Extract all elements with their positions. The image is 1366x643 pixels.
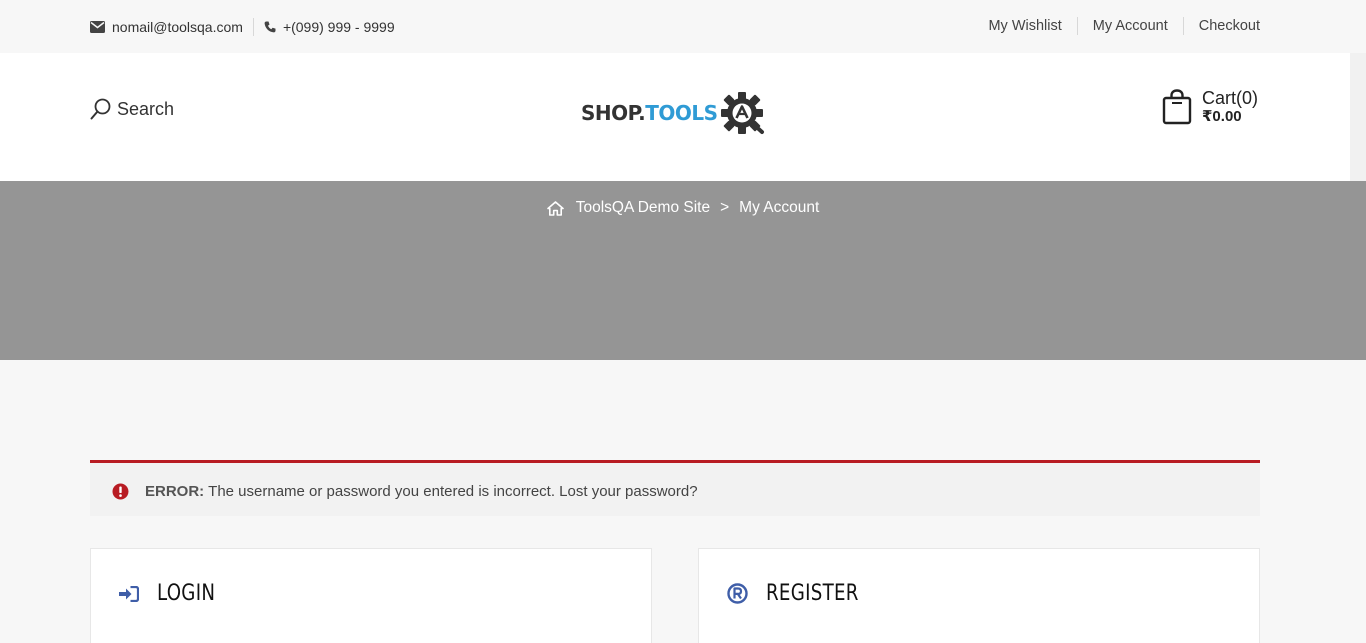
breadcrumb-home-link[interactable]: ToolsQA Demo Site — [576, 199, 710, 217]
divider — [252, 18, 254, 36]
error-message: The username or password you entered is … — [208, 483, 698, 500]
register-title: REGISTER — [766, 581, 859, 606]
sign-in-icon — [119, 585, 139, 602]
search-label: Search — [117, 98, 175, 119]
phone-icon — [264, 21, 276, 33]
search-icon — [90, 98, 111, 120]
error-label: ERROR: — [145, 483, 205, 500]
phone-text: +(099) 999 - 9999 — [282, 19, 395, 35]
account-links: My Wishlist My Account Checkout — [988, 17, 1260, 35]
logo-shop-text: SHOP. — [581, 101, 646, 125]
logo-gear-icon — [720, 92, 764, 134]
divider — [1076, 17, 1078, 35]
cart-amount: ₹0.00 — [1202, 108, 1242, 125]
email-text: nomail@toolsqa.com — [112, 19, 243, 35]
divider — [1182, 17, 1184, 35]
page-banner: ToolsQA Demo Site > My Account — [0, 181, 1366, 360]
scrollbar-track[interactable] — [1350, 53, 1366, 181]
logo-tools-text: TOOLS — [645, 101, 718, 125]
contact-info: nomail@toolsqa.com +(099) 999 - 9999 — [90, 17, 395, 37]
cart-count: Cart(0) — [1202, 88, 1259, 108]
phone-contact[interactable]: +(099) 999 - 9999 — [264, 17, 395, 37]
breadcrumb-current: My Account — [739, 199, 820, 216]
mini-cart[interactable]: Cart(0) ₹0.00 — [1162, 89, 1258, 125]
breadcrumb-separator: > — [720, 199, 730, 216]
register-panel: REGISTER — [698, 548, 1260, 643]
top-bar: nomail@toolsqa.com +(099) 999 - 9999 My … — [0, 0, 1366, 53]
my-wishlist-link[interactable]: My Wishlist — [988, 18, 1061, 34]
site-logo[interactable]: SHOP. TOOLS — [581, 91, 766, 135]
breadcrumb: ToolsQA Demo Site > My Account — [0, 199, 1366, 217]
checkout-link[interactable]: Checkout — [1199, 18, 1260, 34]
error-notice: ERROR: The username or password you ente… — [90, 460, 1260, 516]
registered-icon — [727, 583, 748, 604]
home-icon — [546, 200, 564, 216]
login-panel: LOGIN — [90, 548, 652, 643]
envelope-icon — [90, 21, 105, 33]
login-title: LOGIN — [157, 581, 216, 606]
my-account-link[interactable]: My Account — [1093, 18, 1168, 34]
site-header: Search SHOP. TOOLS Cart(0) ₹0.00 — [0, 53, 1350, 181]
cart-bag-icon — [1162, 89, 1192, 125]
error-icon — [112, 483, 129, 500]
search-toggle[interactable]: Search — [90, 98, 174, 120]
email-contact[interactable]: nomail@toolsqa.com — [90, 17, 243, 37]
